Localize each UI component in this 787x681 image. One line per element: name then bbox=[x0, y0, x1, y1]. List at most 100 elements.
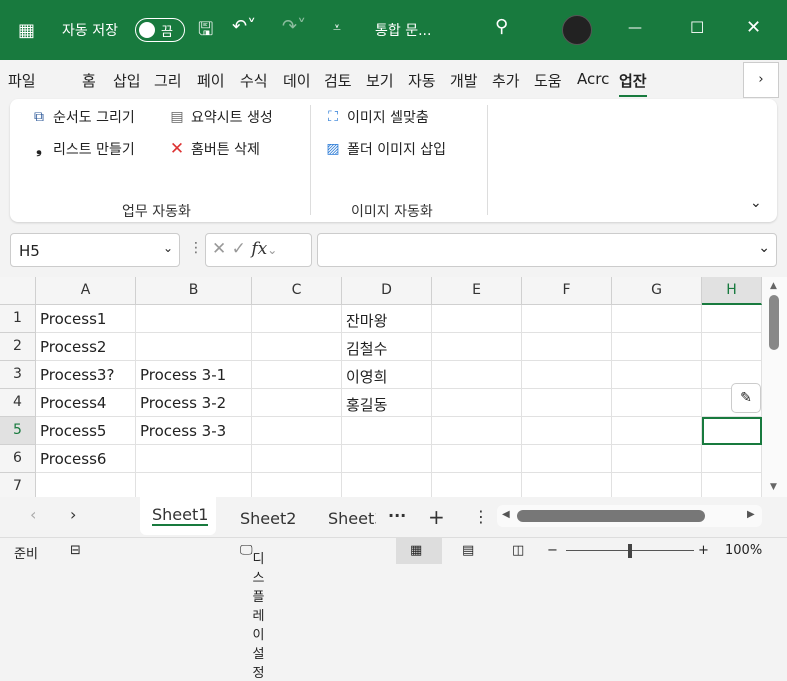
cell-A7[interactable] bbox=[36, 473, 136, 497]
cell-G1[interactable] bbox=[612, 305, 702, 333]
cell-D5[interactable] bbox=[342, 417, 432, 445]
sheet-tab-2[interactable]: Sheet2 bbox=[240, 509, 296, 528]
enter-icon[interactable]: ✓ bbox=[232, 239, 246, 259]
cell-C3[interactable] bbox=[252, 361, 342, 389]
copilot-sparkle-icon[interactable]: ✎ bbox=[731, 383, 761, 413]
cell-A2[interactable]: Process2 bbox=[36, 333, 136, 361]
collapse-ribbon-icon[interactable]: ⌄ bbox=[750, 195, 762, 211]
cell-D7[interactable] bbox=[342, 473, 432, 497]
h-scroll-thumb[interactable] bbox=[517, 510, 705, 522]
row-header[interactable]: 5 bbox=[0, 417, 36, 445]
next-sheet-icon[interactable]: › bbox=[70, 505, 76, 524]
vertical-scrollbar[interactable]: ▲ ▼ bbox=[762, 277, 787, 497]
cell-E5[interactable] bbox=[432, 417, 522, 445]
flowchart-button[interactable]: ⧉ 순서도 그리기 bbox=[30, 107, 135, 127]
cell-B1[interactable] bbox=[136, 305, 252, 333]
row-header[interactable]: 1 bbox=[0, 305, 36, 333]
accessibility-icon[interactable]: ⊟ bbox=[70, 543, 81, 558]
cell-E1[interactable] bbox=[432, 305, 522, 333]
row-header[interactable]: 4 bbox=[0, 389, 36, 417]
grip-icon[interactable]: ⋮ bbox=[189, 240, 203, 256]
cell-E6[interactable] bbox=[432, 445, 522, 473]
display-settings-button[interactable]: 🖵 디스플레이 설정 bbox=[240, 543, 265, 681]
cell-A6[interactable]: Process6 bbox=[36, 445, 136, 473]
cell-B3[interactable]: Process 3-1 bbox=[136, 361, 252, 389]
sheet-tab-1[interactable]: Sheet1 bbox=[152, 505, 209, 526]
maximize-icon[interactable]: ☐ bbox=[690, 18, 704, 37]
zoom-in-icon[interactable]: + bbox=[698, 543, 709, 558]
save-icon[interactable]: 🖫 bbox=[198, 17, 213, 47]
cell-E7[interactable] bbox=[432, 473, 522, 497]
cell-B7[interactable] bbox=[136, 473, 252, 497]
avatar[interactable] bbox=[562, 15, 592, 45]
column-header[interactable]: B bbox=[136, 277, 252, 305]
cell-E3[interactable] bbox=[432, 361, 522, 389]
zoom-slider-thumb[interactable] bbox=[628, 544, 632, 558]
column-header[interactable]: D bbox=[342, 277, 432, 305]
cell-D6[interactable] bbox=[342, 445, 432, 473]
cell-C2[interactable] bbox=[252, 333, 342, 361]
ribbon-tab[interactable]: 수식 bbox=[240, 70, 268, 91]
ribbon-tab[interactable]: 자동 bbox=[408, 70, 436, 91]
cell-F6[interactable] bbox=[522, 445, 612, 473]
formula-bar[interactable]: ⌄ bbox=[317, 233, 777, 267]
ribbon-tab[interactable]: 페이 bbox=[197, 70, 225, 91]
ribbon-tab[interactable]: 개발 bbox=[450, 70, 478, 91]
select-all-button[interactable] bbox=[0, 277, 36, 305]
column-header[interactable]: E bbox=[432, 277, 522, 305]
ribbon-tabs-more-button[interactable]: › bbox=[743, 62, 779, 98]
close-icon[interactable]: ✕ bbox=[746, 17, 761, 38]
cell-G4[interactable] bbox=[612, 389, 702, 417]
customize-qat-icon[interactable]: ⩡ bbox=[333, 20, 341, 36]
cell-G6[interactable] bbox=[612, 445, 702, 473]
ribbon-tab[interactable]: 추가 bbox=[492, 70, 520, 91]
cell-F1[interactable] bbox=[522, 305, 612, 333]
column-header[interactable]: C bbox=[252, 277, 342, 305]
page-break-icon[interactable]: ◫ bbox=[512, 543, 524, 558]
ribbon-tab[interactable]: 데이 bbox=[283, 70, 311, 91]
cell-H2[interactable] bbox=[702, 333, 762, 361]
more-sheets-icon[interactable]: ··· bbox=[388, 506, 406, 525]
column-header[interactable]: A bbox=[36, 277, 136, 305]
search-icon[interactable]: ⚲ bbox=[495, 16, 508, 37]
normal-view-icon[interactable]: ▦ bbox=[410, 543, 422, 558]
cell-B5[interactable]: Process 3-3 bbox=[136, 417, 252, 445]
cell-E4[interactable] bbox=[432, 389, 522, 417]
zoom-out-icon[interactable]: − bbox=[547, 543, 558, 558]
cell-B4[interactable]: Process 3-2 bbox=[136, 389, 252, 417]
cell-D4[interactable]: 홍길동 bbox=[342, 389, 432, 417]
name-box[interactable]: H5 ⌄ bbox=[10, 233, 180, 267]
cell-C1[interactable] bbox=[252, 305, 342, 333]
cell-F3[interactable] bbox=[522, 361, 612, 389]
make-list-button[interactable]: ❟ 리스트 만들기 bbox=[30, 139, 134, 159]
cell-A1[interactable]: Process1 bbox=[36, 305, 136, 333]
prev-sheet-icon[interactable]: ‹ bbox=[30, 505, 36, 524]
cell-G5[interactable] bbox=[612, 417, 702, 445]
cell-C5[interactable] bbox=[252, 417, 342, 445]
ribbon-tab[interactable]: 보기 bbox=[366, 70, 394, 91]
column-header[interactable]: G bbox=[612, 277, 702, 305]
summary-sheet-button[interactable]: ▤ 요약시트 생성 bbox=[168, 107, 272, 127]
ribbon-tab[interactable]: 업잔 bbox=[619, 70, 647, 97]
row-header[interactable]: 2 bbox=[0, 333, 36, 361]
ribbon-tab[interactable]: 삽입 bbox=[113, 70, 141, 91]
scroll-thumb[interactable] bbox=[769, 295, 779, 350]
ribbon-tab[interactable]: Acrc bbox=[577, 70, 609, 88]
cell-F2[interactable] bbox=[522, 333, 612, 361]
cell-F5[interactable] bbox=[522, 417, 612, 445]
cell-D1[interactable]: 잔마왕 bbox=[342, 305, 432, 333]
cell-A4[interactable]: Process4 bbox=[36, 389, 136, 417]
cell-C4[interactable] bbox=[252, 389, 342, 417]
column-header[interactable]: F bbox=[522, 277, 612, 305]
column-header[interactable]: H bbox=[702, 277, 762, 305]
cell-B2[interactable] bbox=[136, 333, 252, 361]
cell-G7[interactable] bbox=[612, 473, 702, 497]
spreadsheet-grid[interactable]: A B C D E F G H 1 Process1 잔마왕 2 Process2 김철수 3 Process… bbox=[0, 277, 762, 497]
cell-F7[interactable] bbox=[522, 473, 612, 497]
ribbon-tab[interactable]: 검토 bbox=[324, 70, 352, 91]
cell-G3[interactable] bbox=[612, 361, 702, 389]
cell-A3[interactable]: Process3? bbox=[36, 361, 136, 389]
cell-H6[interactable] bbox=[702, 445, 762, 473]
delete-home-button[interactable]: ✕ 홈버튼 삭제 bbox=[168, 139, 260, 159]
zoom-level[interactable]: 100% bbox=[725, 543, 762, 558]
